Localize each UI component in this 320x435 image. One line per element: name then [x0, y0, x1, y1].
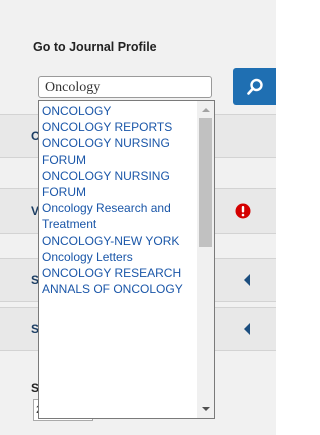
dropdown-scrollbar[interactable] [197, 101, 214, 418]
suggestion-item[interactable]: Oncology Research and Treatment [42, 200, 200, 232]
suggestion-item[interactable]: ONCOLOGY RESEARCH [42, 265, 200, 281]
journal-search-input[interactable]: Oncology [38, 76, 212, 98]
suggestion-item[interactable]: ONCOLOGY-NEW YORK [42, 233, 200, 249]
suggestion-item[interactable]: ONCOLOGY [42, 103, 200, 119]
suggestion-item[interactable]: ONCOLOGY NURSING FORUM [42, 168, 200, 200]
suggestion-item[interactable]: ONCOLOGY NURSING FORUM [42, 135, 200, 167]
alert-icon [235, 203, 251, 219]
suggestion-item[interactable]: ONCOLOGY REPORTS [42, 119, 200, 135]
search-button[interactable] [233, 68, 276, 105]
scroll-up-arrow-icon[interactable] [202, 108, 210, 112]
autocomplete-dropdown[interactable]: ONCOLOGY ONCOLOGY REPORTS ONCOLOGY NURSI… [38, 100, 215, 419]
journal-profile-panel: Go to Journal Profile Oncology O V S S S… [0, 0, 276, 435]
scrollbar-thumb[interactable] [199, 118, 212, 247]
caret-left-icon[interactable] [244, 323, 250, 335]
suggestion-list: ONCOLOGY ONCOLOGY REPORTS ONCOLOGY NURSI… [39, 101, 200, 297]
panel-heading: Go to Journal Profile [33, 40, 157, 54]
caret-left-icon[interactable] [244, 274, 250, 286]
suggestion-item[interactable]: ANNALS OF ONCOLOGY [42, 281, 200, 297]
search-icon [246, 78, 263, 95]
suggestion-item[interactable]: Oncology Letters [42, 249, 200, 265]
scroll-down-arrow-icon[interactable] [202, 407, 210, 411]
